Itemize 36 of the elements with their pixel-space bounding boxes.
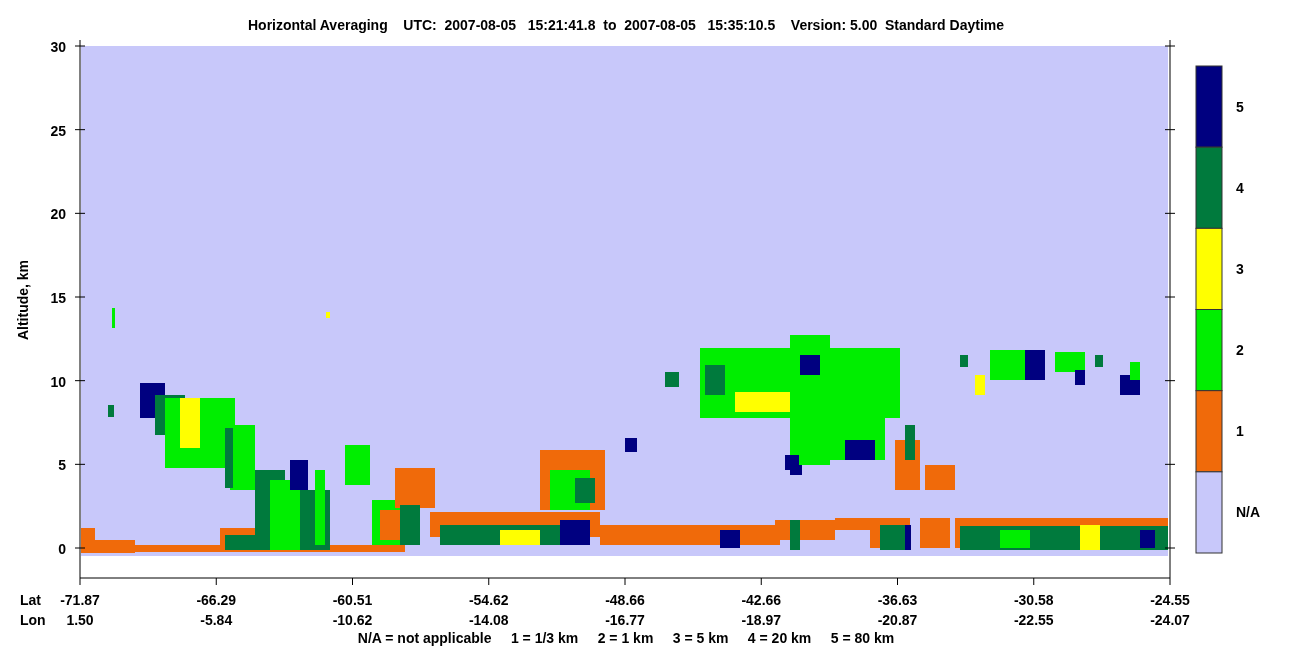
lon-tick-label: 1.50	[66, 612, 94, 628]
lon-tick-label: -18.97	[741, 612, 782, 628]
lat-tick-label: -30.58	[1013, 592, 1054, 608]
lon-tick-label: -5.84	[200, 612, 233, 628]
y-tick-label: 5	[58, 457, 66, 474]
lat-tick-label: -66.29	[196, 592, 237, 608]
lat-label: Lat	[20, 592, 41, 608]
y-tick-label: 25	[50, 122, 66, 139]
y-tick-label: 20	[50, 206, 66, 223]
lon-tick-label: -16.77	[605, 612, 645, 628]
lon-tick-label: -22.55	[1013, 612, 1054, 628]
lon-tick-label: -20.87	[877, 612, 918, 628]
legend-text: N/A = not applicable 1 = 1/3 km 2 = 1 km 3 = 5 km 4 = 20 km 5 = 80 km	[357, 630, 895, 646]
lat-tick-label: -42.66	[741, 592, 782, 608]
y-tick-label: 30	[50, 39, 66, 55]
lat-tick-label: -71.87	[60, 592, 100, 608]
colorbar-label: 3	[1236, 260, 1244, 277]
lat-tick-label: -24.55	[1150, 592, 1190, 608]
lat-tick-label: -54.62	[468, 592, 509, 608]
colorbar-label: N/A	[1236, 504, 1261, 521]
y-tick-label: 10	[50, 373, 66, 390]
chart-title: Horizontal Averaging UTC: 2007-08-05 15:21:41.8 to 2007-08-05 15:35:10.5 Version: 5.00 Standard Daytime	[247, 17, 1005, 33]
lat-tick-label: -48.66	[605, 592, 645, 608]
lon-label: Lon	[20, 612, 46, 628]
lat-tick-label: -60.51	[332, 592, 373, 608]
lon-tick-label: -24.07	[1150, 612, 1190, 628]
y-tick-label: 0	[58, 541, 66, 557]
lon-tick-label: -14.08	[468, 612, 509, 628]
y-tick-label: 15	[50, 290, 66, 306]
colorbar-label: 4	[1236, 179, 1244, 196]
colorbar-label: 2	[1236, 342, 1244, 359]
colorbar-label: 5	[1236, 98, 1244, 115]
lat-tick-label: -36.63	[877, 592, 918, 608]
y-axis-label: Altitude, km	[15, 259, 31, 341]
colorbar-label: 1	[1236, 423, 1244, 440]
lon-tick-label: -10.62	[332, 612, 373, 628]
